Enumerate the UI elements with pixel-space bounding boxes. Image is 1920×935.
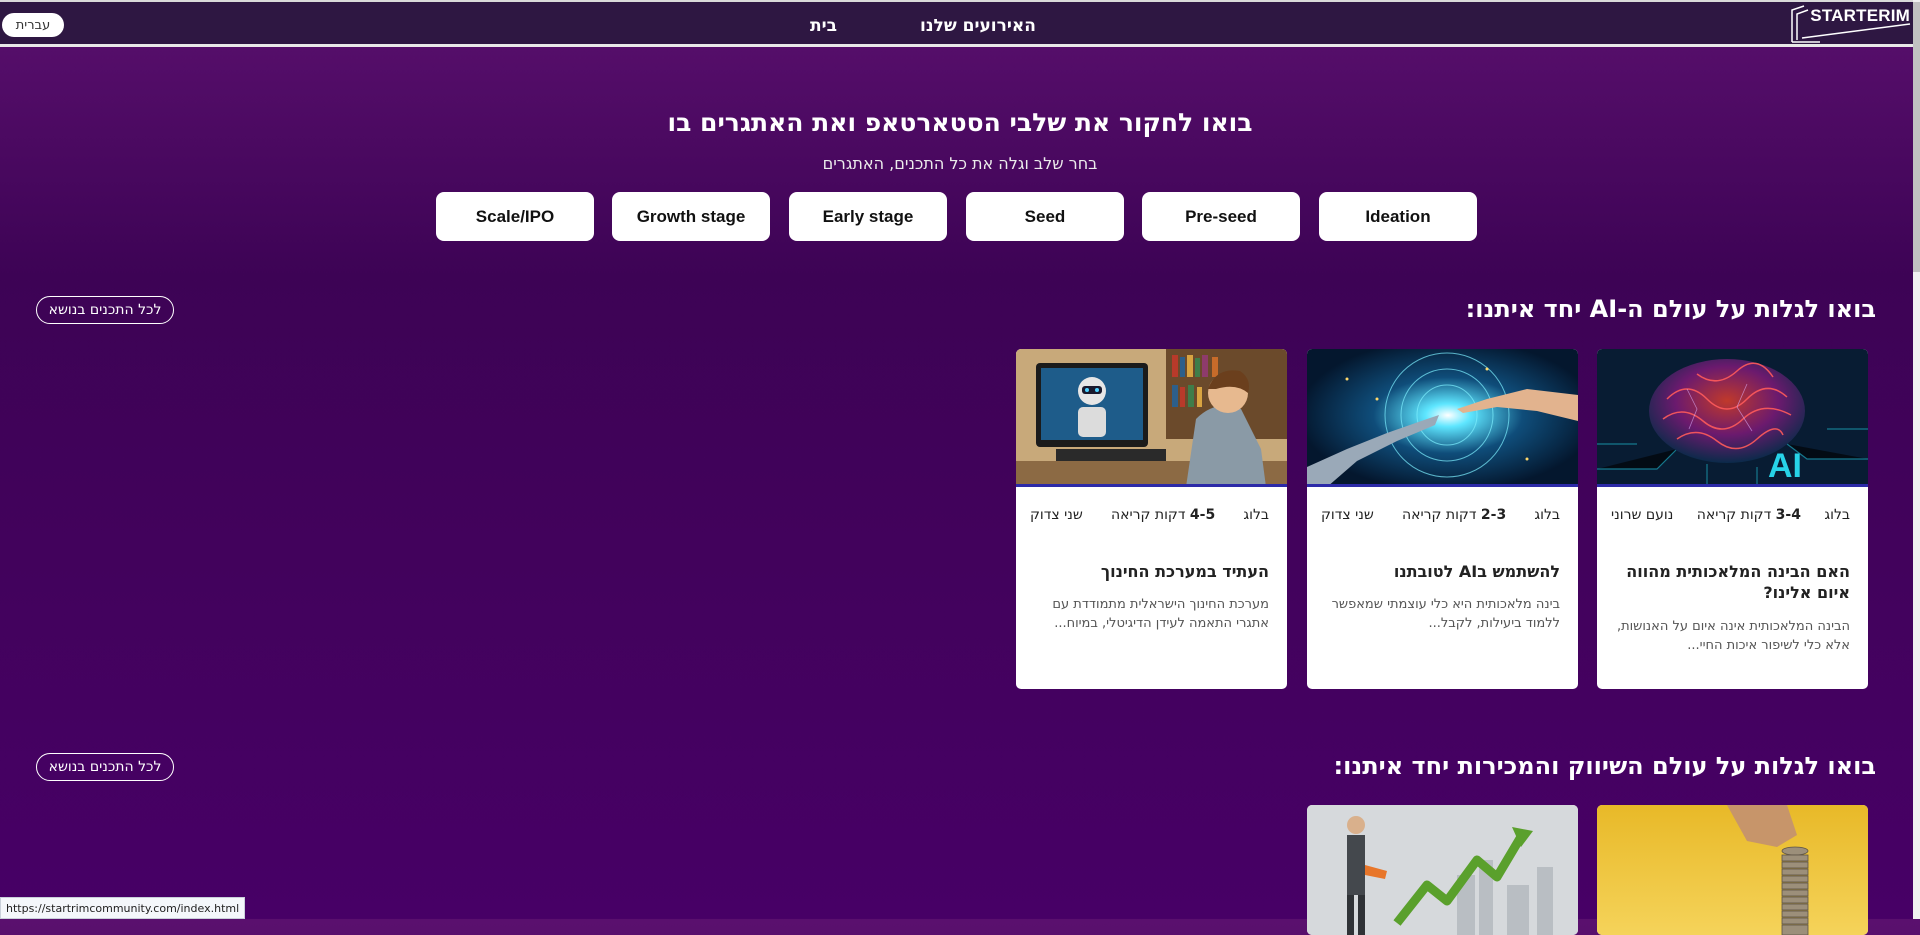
card-read-time: 3-4 דקות קריאה (1696, 507, 1801, 523)
coins-stack-icon (1597, 805, 1868, 935)
card-tag: בלוג (1534, 507, 1560, 523)
robot-classroom-icon (1016, 349, 1287, 484)
card-meta: בלוג 4-5 דקות קריאה שני צדוק (1030, 507, 1269, 523)
card-title[interactable]: להשתמש בAI לטובתנו (1321, 561, 1560, 582)
card-author: נועם שרוני (1611, 507, 1674, 523)
card-title[interactable]: העתיד במערכת החינוך (1030, 561, 1269, 582)
card-tag: בלוג (1243, 507, 1269, 523)
stage-button-growth[interactable]: Growth stage (612, 192, 770, 241)
svg-text:AI: AI (1768, 447, 1802, 485)
hero-subtitle: בחר שלב וגלה את כל התכנים, האתגרים (822, 154, 1098, 173)
section-title-ai: בואו לגלות על עולם ה-AI יחד איתנו: (1465, 295, 1876, 323)
article-card[interactable] (1307, 805, 1578, 935)
article-card[interactable]: בלוג 2-3 דקות קריאה שני צדוק להשתמש בAI … (1307, 349, 1578, 689)
hero-title: בואו לחקור את שלבי הסטארטאפ ואת האתגרים … (667, 108, 1253, 137)
scrollbar-thumb[interactable] (1913, 2, 1920, 272)
growth-arrow-icon (1307, 805, 1578, 935)
article-card[interactable]: בלוג 4-5 דקות קריאה שני צדוק העתיד במערכ… (1016, 349, 1287, 689)
stage-button-seed[interactable]: Seed (966, 192, 1124, 241)
status-bar-url: https://startrimcommunity.com/index.html (0, 897, 246, 919)
article-card[interactable] (1597, 805, 1868, 935)
logo-text: STARTERIM (1810, 6, 1910, 25)
card-author: שני צדוק (1321, 507, 1374, 523)
page-scrollbar[interactable] (1913, 0, 1920, 919)
card-read-time: 2-3 דקות קריאה (1401, 507, 1507, 523)
site-logo[interactable]: STARTERIM (1790, 2, 1912, 44)
card-description: בינה מלאכותית היא כלי עוצמתי שמאפשר ללמו… (1331, 597, 1560, 631)
card-image (1307, 349, 1578, 487)
ai-brain-icon: AI (1597, 349, 1868, 485)
top-navbar: עברית האירועים שלנו בית STARTERIM (0, 0, 1913, 47)
card-image (1307, 805, 1578, 935)
nav-link-events[interactable]: האירועים שלנו (920, 16, 1036, 36)
card-image: AI (1597, 349, 1868, 487)
card-description: הבינה המלאכותית אינה איום על האנושות, אל… (1616, 619, 1850, 653)
stage-button-scale-ipo[interactable]: Scale/IPO (436, 192, 594, 241)
section-title-marketing: בואו לגלות על עולם השיווק והמכירות יחד א… (1333, 752, 1876, 780)
card-meta: בלוג 3-4 דקות קריאה נועם שרוני (1611, 507, 1850, 523)
stage-button-ideation[interactable]: Ideation (1319, 192, 1477, 241)
card-title[interactable]: האם הבינה המלאכותית מהווה איום אלינו? (1611, 561, 1850, 603)
card-image (1016, 349, 1287, 487)
language-toggle-button[interactable]: עברית (2, 13, 64, 37)
card-meta: בלוג 2-3 דקות קריאה שני צדוק (1321, 507, 1560, 523)
all-content-button-ai[interactable]: לכל התכנים בנושא (36, 296, 174, 324)
card-description: מערכת החינוך הישראלית מתמודדת עם אתגרי ה… (1052, 597, 1269, 631)
card-author: שני צדוק (1030, 507, 1083, 523)
stage-button-pre-seed[interactable]: Pre-seed (1142, 192, 1300, 241)
robot-hand-icon (1307, 349, 1578, 484)
nav-link-home[interactable]: בית (810, 16, 837, 36)
card-image (1597, 805, 1868, 935)
article-card[interactable]: AI בלוג 3-4 דקות קריאה נועם שרוני האם הב… (1597, 349, 1868, 689)
card-tag: בלוג (1824, 507, 1850, 523)
stage-button-early[interactable]: Early stage (789, 192, 947, 241)
card-read-time: 4-5 דקות קריאה (1110, 507, 1216, 523)
all-content-button-marketing[interactable]: לכל התכנים בנושא (36, 753, 174, 781)
